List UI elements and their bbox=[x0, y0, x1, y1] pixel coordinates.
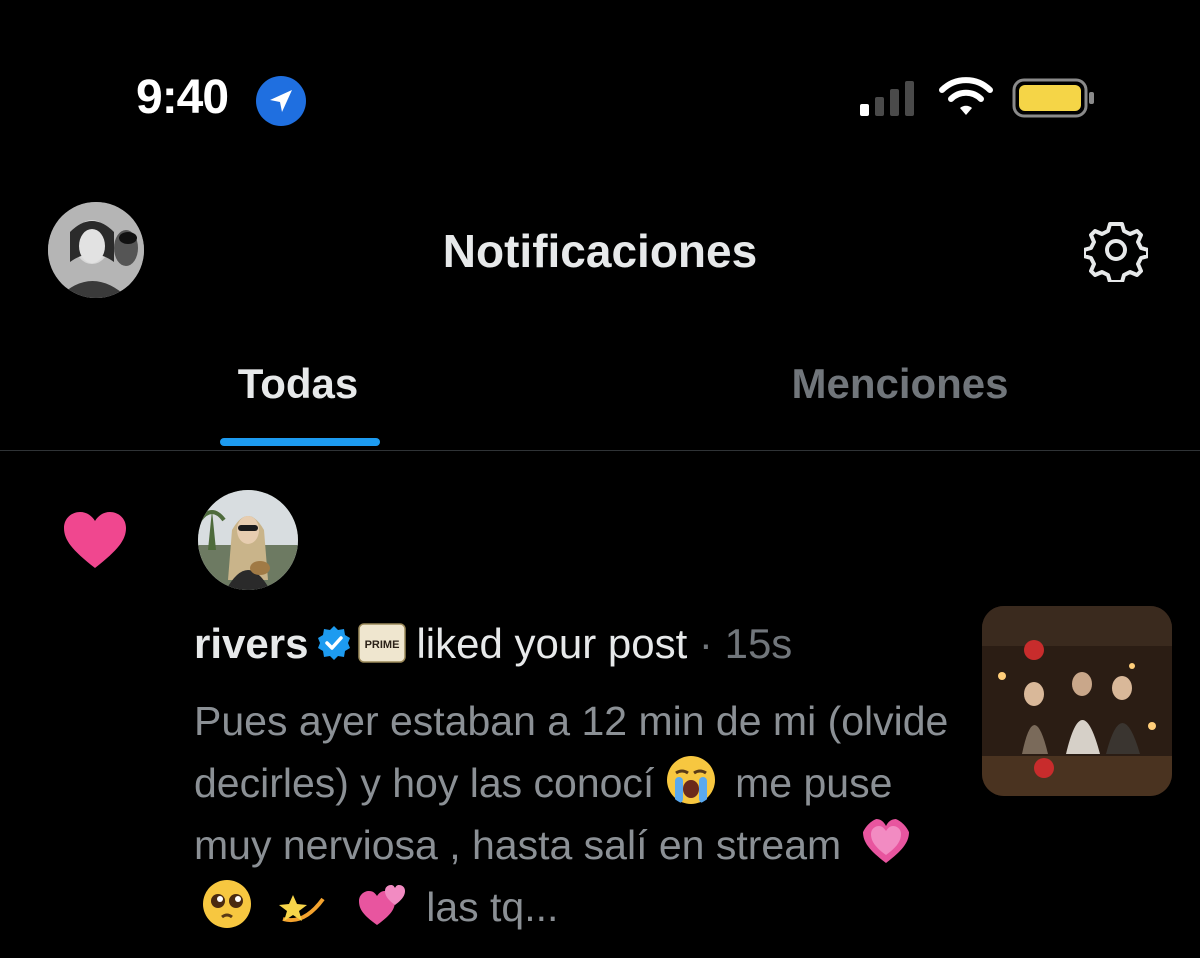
prime-badge-icon: PRIME bbox=[358, 623, 407, 663]
prime-badge-label: PRIME bbox=[365, 639, 400, 651]
notification-time: 15s bbox=[724, 620, 793, 667]
tab-menciones[interactable]: Menciones bbox=[760, 360, 1040, 408]
growing-heart-emoji-icon: 💗 bbox=[862, 819, 909, 863]
wifi-icon bbox=[939, 77, 993, 115]
loudly-crying-emoji-icon: 😭 bbox=[666, 756, 715, 804]
notification-user-avatar[interactable] bbox=[198, 490, 298, 590]
location-arrow-icon bbox=[256, 76, 306, 126]
status-bar: 9:40 bbox=[0, 0, 1200, 190]
tab-todas[interactable]: Todas bbox=[160, 360, 436, 408]
notification-post-text[interactable]: Pues ayer estaban a 12 min de mi (olvide… bbox=[194, 690, 954, 938]
post-thumbnail[interactable] bbox=[982, 606, 1172, 796]
tab-bar: Todas Menciones bbox=[0, 340, 1200, 451]
verified-badge-icon bbox=[318, 625, 351, 660]
two-hearts-emoji-icon: 💞 bbox=[358, 885, 405, 925]
page-title: Notificaciones bbox=[442, 225, 758, 277]
dizzy-star-emoji-icon: 💫 bbox=[279, 895, 326, 922]
notification-username[interactable]: rivers bbox=[194, 620, 308, 667]
post-text-part-3: las tq... bbox=[426, 884, 559, 930]
cellular-signal-icon bbox=[860, 81, 914, 116]
active-tab-indicator bbox=[220, 438, 380, 446]
notification-separator: · bbox=[698, 620, 713, 667]
heart-icon bbox=[64, 512, 126, 568]
status-time: 9:40 bbox=[136, 71, 229, 124]
battery-icon bbox=[1012, 78, 1094, 118]
notification-action: liked your post bbox=[416, 620, 688, 667]
notification-headline: rivers PRIME liked your post · 15s bbox=[194, 620, 792, 668]
gear-icon[interactable] bbox=[1084, 218, 1148, 282]
pleading-face-emoji-icon: 🥹 bbox=[203, 880, 251, 928]
